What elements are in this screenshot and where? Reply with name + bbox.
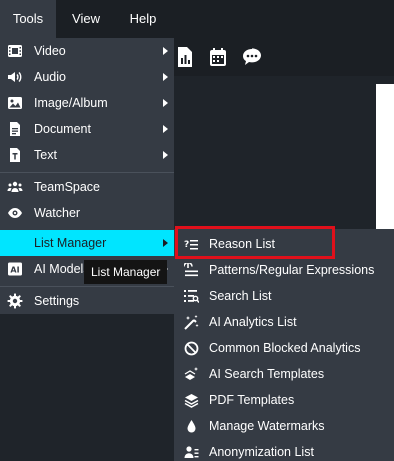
gear-icon xyxy=(7,293,23,309)
ai-analytics-icon xyxy=(184,315,199,330)
chat-icon[interactable] xyxy=(242,47,262,67)
menubar: Tools View Help xyxy=(0,0,394,38)
submenu-item-label: Patterns/Regular Expressions xyxy=(209,263,375,277)
user-list-icon xyxy=(184,445,199,460)
menu-item-label: Image/Album xyxy=(34,96,108,110)
submenu-item-label: AI Search Templates xyxy=(209,367,325,381)
menu-view[interactable]: View xyxy=(58,0,114,38)
menu-item-video[interactable]: Video xyxy=(0,38,174,64)
report-icon[interactable] xyxy=(176,47,196,67)
menu-help[interactable]: Help xyxy=(114,0,172,38)
submenu-arrow-icon xyxy=(163,73,168,81)
document-icon xyxy=(7,121,23,137)
submenu-item-manage-watermarks[interactable]: Manage Watermarks xyxy=(174,413,394,439)
menu-item-teamspace[interactable]: TeamSpace xyxy=(0,174,174,200)
menu-item-label: Audio xyxy=(34,70,66,84)
team-icon xyxy=(7,179,23,195)
layers-icon xyxy=(184,393,199,408)
calendar-icon[interactable] xyxy=(208,47,228,67)
submenu-item-patterns[interactable]: Patterns/Regular Expressions xyxy=(174,257,394,283)
submenu-arrow-icon xyxy=(163,99,168,107)
menu-item-settings[interactable]: Settings xyxy=(0,288,174,314)
list-manager-submenu: ? Reason List Patterns/Regular Expressio… xyxy=(174,229,394,461)
menu-item-list-manager[interactable]: List Manager xyxy=(0,230,174,256)
menu-item-label: AI Models xyxy=(34,262,90,276)
menu-item-watcher[interactable]: Watcher xyxy=(0,200,174,226)
submenu-item-pdf-templates[interactable]: PDF Templates xyxy=(174,387,394,413)
svg-text:AI: AI xyxy=(10,266,19,275)
tooltip: List Manager xyxy=(84,260,168,284)
submenu-item-common-blocked-analytics[interactable]: Common Blocked Analytics xyxy=(174,335,394,361)
submenu-arrow-icon xyxy=(163,151,168,159)
text-icon xyxy=(7,147,23,163)
eye-icon xyxy=(7,205,23,221)
document-area xyxy=(376,84,394,234)
patterns-icon xyxy=(184,263,199,278)
submenu-arrow-icon xyxy=(163,239,168,247)
submenu-arrow-icon xyxy=(163,47,168,55)
menu-item-document[interactable]: Document xyxy=(0,116,174,142)
toolbar xyxy=(172,38,394,76)
ai-icon: AI xyxy=(7,261,23,277)
submenu-item-label: AI Analytics List xyxy=(209,315,297,329)
highlight-box xyxy=(175,226,335,259)
ai-search-icon xyxy=(184,367,199,382)
menu-item-label: TeamSpace xyxy=(34,180,101,194)
menu-item-label: Settings xyxy=(34,294,80,308)
submenu-item-ai-search-templates[interactable]: AI Search Templates xyxy=(174,361,394,387)
menu-tools[interactable]: Tools xyxy=(0,0,56,38)
menu-item-image-album[interactable]: Image/Album xyxy=(0,90,174,116)
menu-item-text[interactable]: Text xyxy=(0,142,174,168)
menu-item-label: List Manager xyxy=(34,236,107,250)
film-icon xyxy=(7,43,23,59)
submenu-item-anonymization-list[interactable]: Anonymization List xyxy=(174,439,394,461)
submenu-item-label: PDF Templates xyxy=(209,393,295,407)
menu-item-label: Video xyxy=(34,44,66,58)
submenu-item-label: Common Blocked Analytics xyxy=(209,341,361,355)
submenu-arrow-icon xyxy=(163,125,168,133)
menu-divider xyxy=(0,172,174,173)
menu-item-label: Watcher xyxy=(34,206,81,220)
submenu-item-label: Manage Watermarks xyxy=(209,419,325,433)
droplet-icon xyxy=(184,419,199,434)
menu-item-label: Document xyxy=(34,122,91,136)
blocked-icon xyxy=(184,341,199,356)
speaker-icon xyxy=(7,69,23,85)
menu-item-audio[interactable]: Audio xyxy=(0,64,174,90)
submenu-item-ai-analytics-list[interactable]: AI Analytics List xyxy=(174,309,394,335)
search-list-icon xyxy=(184,289,199,304)
menu-divider xyxy=(0,286,174,287)
image-icon xyxy=(7,95,23,111)
submenu-item-label: Anonymization List xyxy=(209,445,314,459)
submenu-item-search-list[interactable]: Search List xyxy=(174,283,394,309)
submenu-item-label: Search List xyxy=(209,289,272,303)
menu-item-label: Text xyxy=(34,148,57,162)
